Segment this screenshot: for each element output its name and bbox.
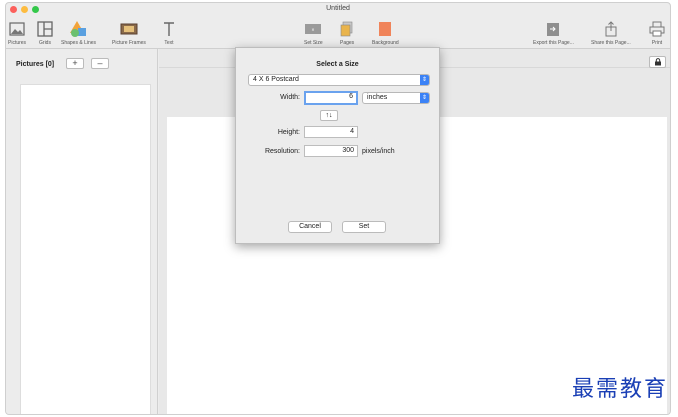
pictures-count-label: Pictures [0] xyxy=(16,61,55,68)
pictures-tool[interactable]: Pictures xyxy=(8,19,26,46)
text-tool[interactable]: Text xyxy=(163,19,175,46)
select-size-dialog: Select a Size 4 X 6 Postcard ⇕ Width: 6 … xyxy=(235,47,440,244)
set-size-tool[interactable]: × Set Size xyxy=(304,19,323,46)
picture-frame-icon xyxy=(120,19,138,39)
remove-picture-button[interactable]: – xyxy=(91,58,109,69)
printer-icon xyxy=(649,19,665,39)
print-tool[interactable]: Print xyxy=(649,19,665,46)
svg-text:×: × xyxy=(312,28,315,34)
unit-value: inches xyxy=(367,94,388,101)
title-bar: Untitled xyxy=(6,3,670,17)
pictures-list[interactable] xyxy=(20,84,151,414)
background-tool[interactable]: Background xyxy=(372,19,399,46)
chevron-updown-icon: ⇕ xyxy=(420,75,429,85)
unit-select[interactable]: inches ⇕ xyxy=(362,92,430,104)
toolbar: Pictures Grids Shapes & Lines Picture Fr… xyxy=(6,17,670,49)
width-field[interactable]: 6 xyxy=(304,91,358,105)
pages-tool[interactable]: Pages xyxy=(340,19,354,46)
add-picture-button[interactable]: + xyxy=(66,58,84,69)
set-size-icon: × xyxy=(304,19,322,39)
width-label: Width: xyxy=(280,94,300,101)
height-field[interactable]: 4 xyxy=(304,126,358,138)
share-icon xyxy=(604,19,618,39)
background-icon xyxy=(378,19,392,39)
swap-dimensions-button[interactable]: ↑↓ xyxy=(320,110,338,121)
watermark-text: 最需教育 xyxy=(571,377,668,402)
pages-icon xyxy=(340,19,354,39)
resolution-unit: pixels/inch xyxy=(362,148,395,155)
export-icon xyxy=(546,19,560,39)
pictures-icon xyxy=(9,19,25,39)
text-icon xyxy=(163,19,175,39)
grid-icon xyxy=(37,19,53,39)
shapes-icon xyxy=(69,19,89,39)
export-page-tool[interactable]: Export this Page... xyxy=(533,19,574,46)
lock-icon xyxy=(654,58,661,66)
resolution-label: Resolution: xyxy=(264,148,300,155)
picture-frames-tool[interactable]: Picture Frames xyxy=(112,19,146,46)
chevron-updown-icon: ⇕ xyxy=(420,93,429,103)
size-preset-value: 4 X 6 Postcard xyxy=(253,76,299,83)
size-preset-select[interactable]: 4 X 6 Postcard ⇕ xyxy=(248,74,430,86)
shapes-lines-tool[interactable]: Shapes & Lines xyxy=(61,19,96,46)
lock-button[interactable] xyxy=(649,56,666,68)
set-button[interactable]: Set xyxy=(342,221,386,233)
height-label: Height: xyxy=(277,129,300,136)
grids-tool[interactable]: Grids xyxy=(37,19,53,46)
resolution-field[interactable]: 300 xyxy=(304,145,358,157)
share-page-tool[interactable]: Share this Page... xyxy=(591,19,631,46)
cancel-button[interactable]: Cancel xyxy=(288,221,332,233)
pictures-sidebar: Pictures [0] + – xyxy=(6,49,158,414)
dialog-title: Select a Size xyxy=(316,61,359,68)
window-title: Untitled xyxy=(326,5,350,12)
